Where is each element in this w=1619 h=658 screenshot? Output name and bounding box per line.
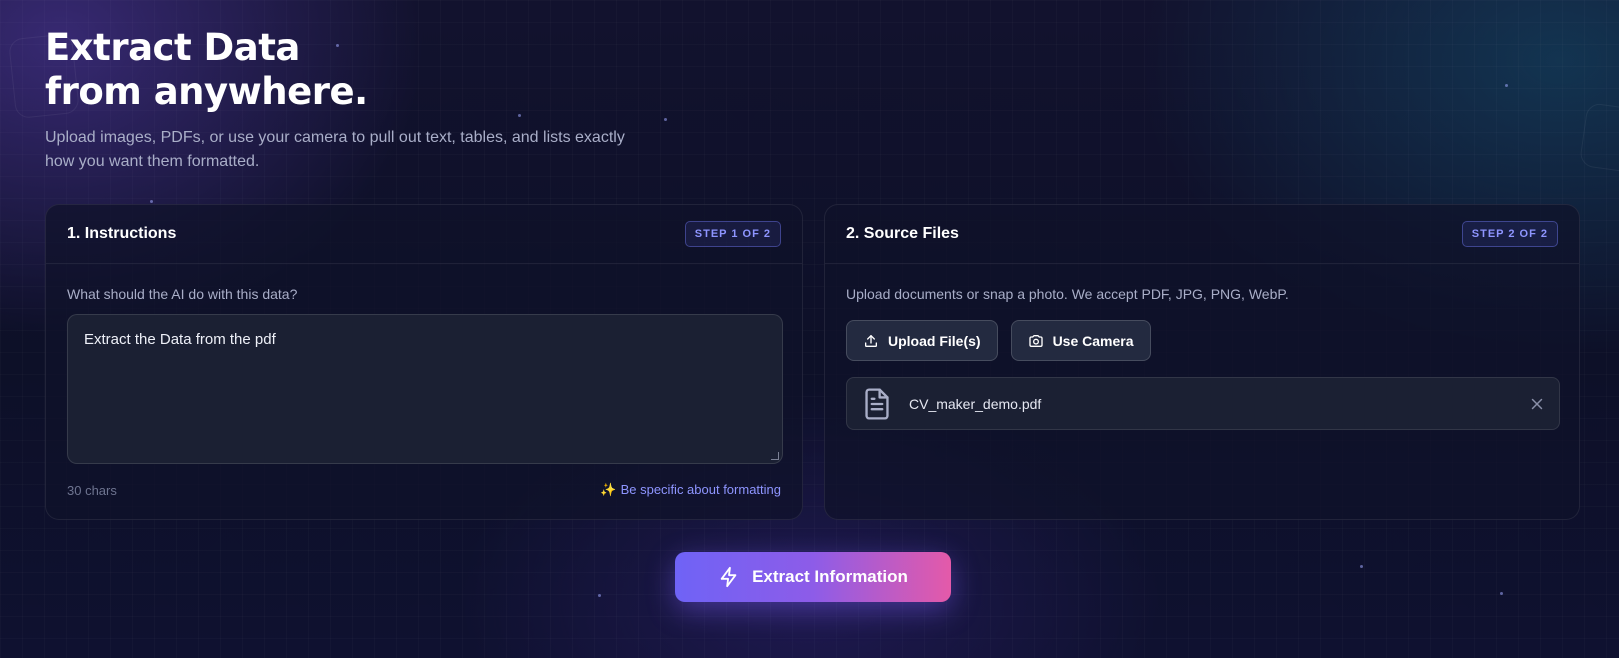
instructions-title: 1. Instructions	[67, 225, 177, 242]
star-dot	[1500, 592, 1503, 595]
title-line-1: Extract Data	[45, 26, 300, 69]
source-card-header: 2. Source Files STEP 2 OF 2	[825, 205, 1579, 264]
camera-icon	[1028, 334, 1043, 347]
source-files-card: 2. Source Files STEP 2 OF 2 Upload docum…	[824, 204, 1580, 520]
star-dot	[1360, 565, 1363, 568]
hero-section: Extract Data from anywhere. Upload image…	[45, 26, 745, 174]
upload-files-button[interactable]: Upload File(s)	[846, 320, 998, 361]
instructions-card-header: 1. Instructions STEP 1 OF 2	[46, 205, 802, 264]
star-dot	[150, 200, 153, 203]
lightning-icon	[720, 566, 737, 588]
instructions-card: 1. Instructions STEP 1 OF 2 What should …	[45, 204, 803, 520]
source-title: 2. Source Files	[846, 225, 959, 242]
star-dot	[1505, 84, 1508, 87]
extract-label: Extract Information	[752, 567, 908, 586]
star-dot	[598, 594, 601, 597]
upload-icon	[865, 334, 877, 347]
file-text-icon	[865, 387, 889, 420]
source-description: Upload documents or snap a photo. We acc…	[846, 286, 1289, 302]
resize-handle[interactable]	[771, 452, 779, 460]
file-name: CV_maker_demo.pdf	[909, 395, 1042, 412]
upload-label: Upload File(s)	[888, 332, 981, 349]
sparkle-icon: ✨	[600, 482, 617, 497]
use-camera-button[interactable]: Use Camera	[1010, 320, 1151, 361]
step-badge: STEP 2 OF 2	[1461, 221, 1558, 247]
extract-information-button[interactable]: Extract Information	[675, 552, 951, 602]
step-badge: STEP 1 OF 2	[684, 221, 781, 247]
hint-text: Be specific about formatting	[620, 482, 781, 497]
formatting-hint: ✨ Be specific about formatting	[600, 482, 781, 498]
camera-label: Use Camera	[1052, 332, 1134, 349]
decorative-frame	[1578, 102, 1619, 174]
page-title: Extract Data from anywhere.	[45, 26, 745, 114]
instructions-text: Extract the Data from the pdf	[84, 331, 276, 348]
instructions-label: What should the AI do with this data?	[67, 286, 298, 302]
instructions-textarea[interactable]: Extract the Data from the pdf	[67, 314, 783, 464]
title-line-2: from anywhere.	[45, 70, 368, 113]
close-icon[interactable]	[1529, 396, 1545, 412]
file-list-item: CV_maker_demo.pdf	[846, 377, 1560, 430]
page-subtitle: Upload images, PDFs, or use your camera …	[45, 129, 625, 170]
char-count: 30 chars	[67, 482, 117, 498]
